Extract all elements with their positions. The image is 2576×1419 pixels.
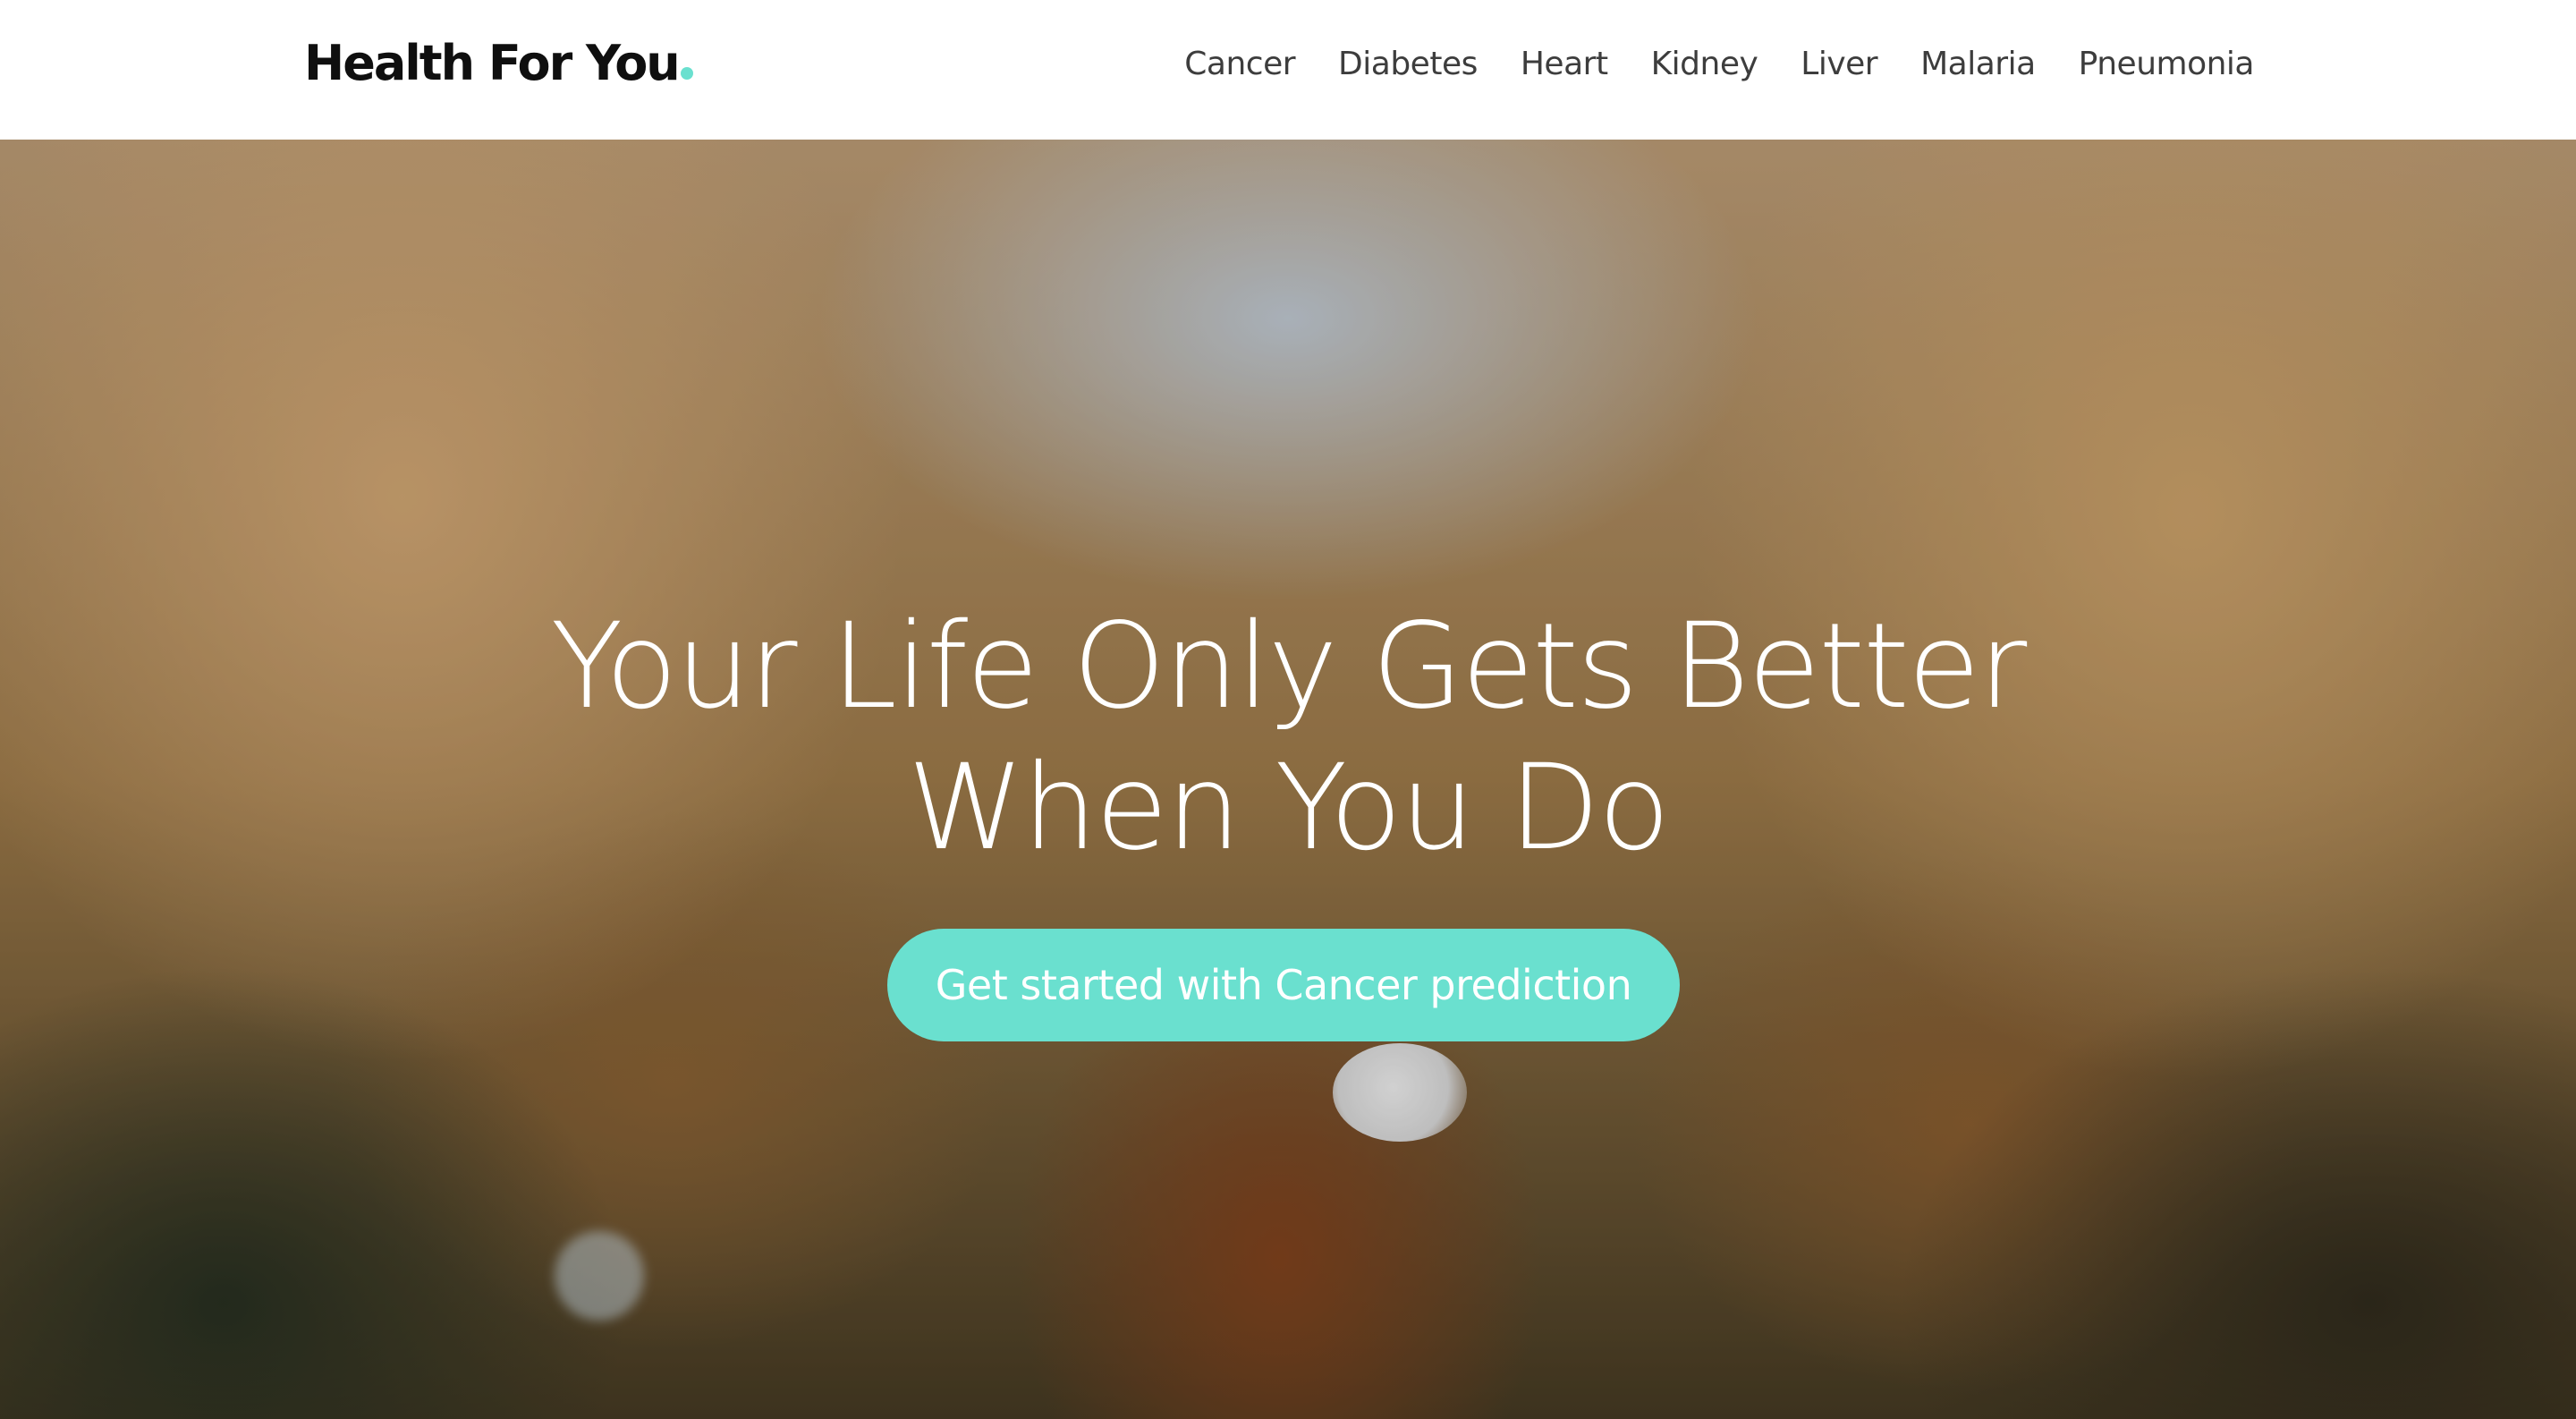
nav-link-liver[interactable]: Liver [1801,39,1877,89]
brand-dot-icon [680,67,693,80]
hero-section: Your Life Only Gets Better When You Do G… [0,140,2576,1419]
nav-link-heart[interactable]: Heart [1521,39,1608,89]
nav-link-pneumonia[interactable]: Pneumonia [2079,39,2255,89]
hero-title-line2: When You Do [907,739,1671,877]
nav-link-malaria[interactable]: Malaria [1920,39,2036,89]
navbar: Health For You Cancer Diabetes Heart Kid… [0,0,2576,140]
brand-name: Health For You [304,35,681,91]
nav-link-kidney[interactable]: Kidney [1651,39,1758,89]
nav-link-diabetes[interactable]: Diabetes [1338,39,1478,89]
hero-title-line1: Your Life Only Gets Better [550,598,2028,735]
hero-title: Your Life Only Gets Better When You Do [0,596,2576,879]
nav-links: Cancer Diabetes Heart Kidney Liver Malar… [1141,39,2254,89]
brand-logo[interactable]: Health For You [304,32,693,95]
nav-link-cancer[interactable]: Cancer [1184,39,1295,89]
get-started-button[interactable]: Get started with Cancer prediction [887,929,1680,1041]
